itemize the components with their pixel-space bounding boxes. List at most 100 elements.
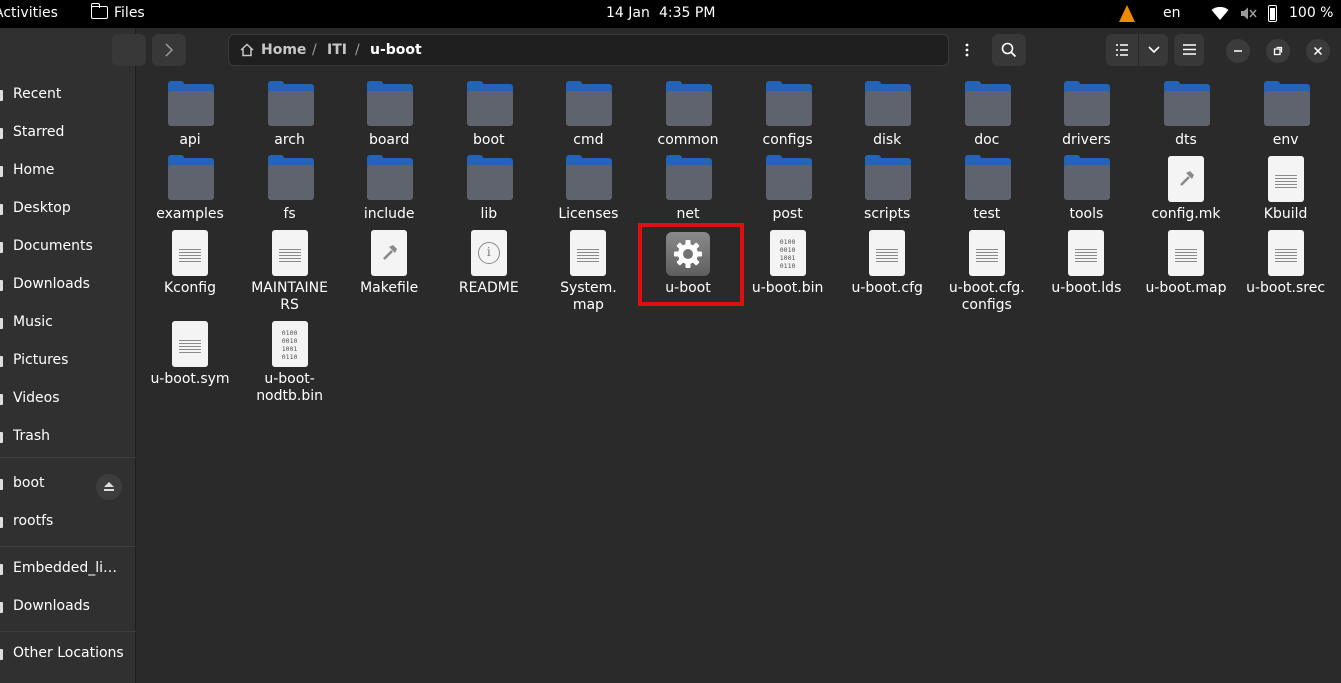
file-name: scripts — [864, 206, 911, 222]
file-item[interactable]: u-boot.srec — [1236, 223, 1336, 313]
back-button[interactable] — [112, 34, 146, 66]
volume-muted-icon[interactable] — [1240, 6, 1257, 25]
file-name: MAINTAINE RS — [251, 280, 328, 313]
text-file-icon — [963, 230, 1011, 278]
vlc-tray-icon[interactable] — [1119, 5, 1135, 22]
battery-icon[interactable] — [1268, 5, 1277, 22]
desktop-icon — [0, 204, 3, 215]
breadcrumb-home[interactable]: Home — [261, 42, 306, 58]
sidebar-item-trash[interactable]: Trash — [0, 419, 136, 455]
sidebar-item-pictures[interactable]: Pictures — [0, 343, 136, 379]
file-item[interactable]: u-boot.lds — [1036, 223, 1136, 313]
folder-icon — [863, 155, 912, 204]
file-name: boot — [473, 132, 505, 148]
wifi-icon[interactable] — [1211, 6, 1229, 25]
file-name: u-boot.cfg — [851, 280, 923, 296]
folder-menu-button[interactable] — [952, 34, 982, 66]
close-button[interactable] — [1306, 39, 1330, 63]
input-language[interactable]: en — [1163, 5, 1181, 21]
sidebar-item-label: Embedded_li… — [13, 560, 118, 576]
sidebar-item-documents[interactable]: Documents — [0, 229, 136, 265]
home-icon — [0, 166, 3, 177]
file-name: configs — [762, 132, 813, 148]
sidebar-item-downloads[interactable]: Downloads — [0, 267, 136, 303]
star-icon — [0, 128, 3, 139]
sidebar-item-embedded-linux[interactable]: Embedded_li… — [0, 551, 136, 587]
text-file-icon — [1162, 230, 1210, 278]
sidebar-item-label: Downloads — [13, 276, 90, 292]
sidebar-item-rootfs[interactable]: rootfs — [0, 504, 136, 540]
sidebar-item-videos[interactable]: Videos — [0, 381, 136, 417]
folder-icon — [1162, 81, 1210, 130]
file-item[interactable]: u-boot.sym — [140, 314, 240, 404]
file-item[interactable]: 0100 0010 1001 0110 u-boot.bin — [738, 223, 838, 313]
file-item[interactable]: u-boot.cfg — [837, 223, 937, 313]
close-icon — [1313, 46, 1323, 56]
sidebar-item-home[interactable]: Home — [0, 153, 136, 189]
text-file-icon — [1262, 230, 1310, 278]
sidebar-item-desktop[interactable]: Desktop — [0, 191, 136, 227]
file-item[interactable]: Makefile — [339, 223, 439, 313]
folder-icon — [963, 155, 1011, 204]
file-item[interactable]: u-boot.cfg. configs — [937, 223, 1037, 313]
file-name: u-boot.lds — [1051, 280, 1122, 296]
folder-icon — [0, 564, 3, 575]
sidebar-item-downloads-bookmark[interactable]: Downloads — [0, 589, 136, 625]
clock-date[interactable]: 14 Jan — [606, 5, 650, 21]
vertical-dots-icon — [965, 43, 969, 57]
forward-button[interactable] — [152, 34, 186, 66]
executable-gear-icon — [664, 230, 712, 278]
file-item[interactable]: i README — [439, 223, 539, 313]
sidebar-divider — [0, 457, 136, 458]
app-menu-files[interactable]: Files — [114, 5, 145, 21]
view-options-button[interactable] — [1138, 34, 1168, 66]
text-file-icon — [1262, 156, 1310, 204]
minimize-button[interactable] — [1226, 39, 1250, 63]
folder-icon — [664, 81, 712, 130]
file-item[interactable]: u-boot — [638, 223, 738, 313]
breadcrumb: Home / ITI / u-boot — [228, 34, 949, 66]
folder-icon — [564, 155, 613, 204]
clock-time[interactable]: 4:35 PM — [659, 5, 715, 21]
folder-icon — [365, 155, 414, 204]
sidebar-item-label: Trash — [13, 428, 50, 444]
file-item[interactable]: 0100 0010 1001 0110 u-boot-nodtb.bin — [240, 314, 340, 404]
file-name: net — [676, 206, 700, 222]
makefile-hammer-icon — [1162, 156, 1210, 204]
search-button[interactable] — [992, 34, 1026, 66]
file-name: config.mk — [1151, 206, 1221, 222]
breadcrumb-iti[interactable]: ITI — [327, 42, 347, 58]
plus-icon — [0, 649, 3, 660]
file-item[interactable]: MAINTAINE RS — [240, 223, 340, 313]
file-name: common — [657, 132, 719, 148]
videos-icon — [0, 394, 3, 405]
sidebar-item-music[interactable]: Music — [0, 305, 136, 341]
folder-icon — [465, 155, 513, 204]
file-item[interactable]: System. map — [538, 223, 638, 313]
main-menu-button[interactable] — [1174, 34, 1204, 66]
sidebar-item-other-locations[interactable]: Other Locations — [0, 636, 136, 672]
activities-button[interactable]: Activities — [0, 5, 58, 21]
documents-icon — [0, 242, 3, 253]
clock-icon — [0, 90, 3, 101]
file-name: u-boot-nodtb.bin — [256, 371, 323, 404]
file-name: u-boot.bin — [751, 280, 824, 296]
breadcrumb-separator: / — [355, 42, 360, 58]
sidebar-item-label: Desktop — [13, 200, 71, 216]
drive-icon — [0, 479, 3, 490]
sidebar-item-starred[interactable]: Starred — [0, 115, 136, 151]
sidebar-item-recent[interactable]: Recent — [0, 77, 136, 113]
folder-icon — [166, 81, 214, 130]
sidebar-item-label: Downloads — [13, 598, 90, 614]
breadcrumb-current[interactable]: u-boot — [370, 42, 422, 58]
drive-icon — [0, 517, 3, 528]
files-app-icon — [91, 3, 108, 19]
battery-percentage[interactable]: 100 % — [1289, 5, 1333, 21]
file-item[interactable]: Kconfig — [140, 223, 240, 313]
info-file-icon: i — [465, 230, 513, 278]
file-item[interactable]: u-boot.map — [1136, 223, 1236, 313]
restore-button[interactable] — [1266, 39, 1290, 63]
eject-icon[interactable] — [96, 474, 122, 500]
view-list-button[interactable] — [1106, 34, 1138, 66]
folder-icon — [863, 81, 912, 130]
